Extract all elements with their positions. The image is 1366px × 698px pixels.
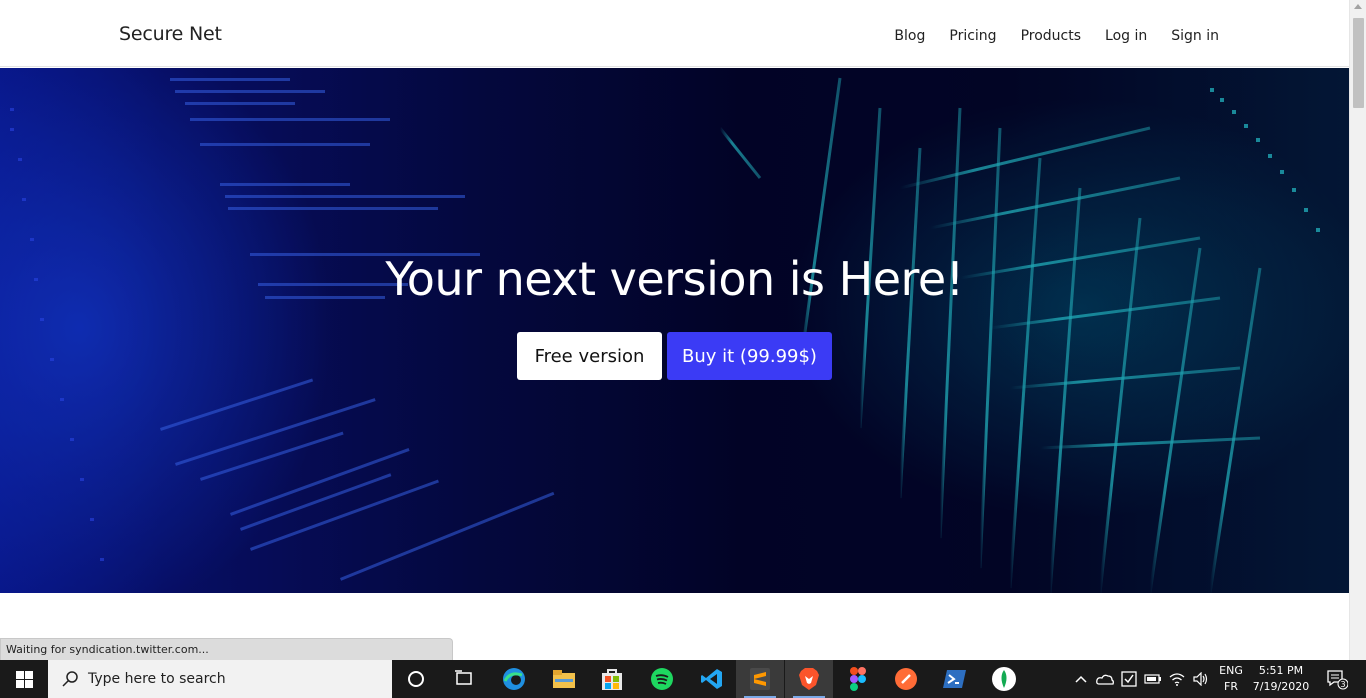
language-indicator[interactable]: ENG FR (1212, 663, 1250, 695)
store-icon[interactable] (588, 660, 636, 698)
search-placeholder: Type here to search (88, 671, 226, 687)
security-icon[interactable] (1118, 660, 1140, 698)
cortana-icon[interactable] (392, 660, 440, 698)
figma-icon[interactable] (834, 660, 882, 698)
hero-background-code-image (0, 68, 1349, 593)
language-bottom: FR (1224, 680, 1238, 693)
windows-logo-icon (15, 670, 33, 688)
scrollbar-thumb[interactable] (1353, 18, 1364, 108)
clock[interactable]: 5:51 PM 7/19/2020 (1250, 663, 1312, 695)
wifi-icon[interactable] (1166, 660, 1188, 698)
nav-link-products[interactable]: Products (1021, 28, 1081, 44)
powershell-icon[interactable] (931, 660, 979, 698)
nav-link-login[interactable]: Log in (1105, 28, 1147, 44)
hero-section: Your next version is Here! Free version … (0, 68, 1349, 593)
hero-buttons: Free version Buy it (99.99$) (517, 332, 832, 380)
free-version-button[interactable]: Free version (517, 332, 662, 380)
hero-title: Your next version is Here! (385, 252, 964, 306)
taskbar-search-box[interactable]: Type here to search (48, 660, 392, 698)
spotify-icon[interactable] (638, 660, 686, 698)
start-button[interactable] (0, 660, 48, 698)
notification-center-icon: 3 (1327, 670, 1348, 690)
postman-icon[interactable] (882, 660, 930, 698)
scroll-up-arrow-icon[interactable] (1354, 4, 1362, 9)
onedrive-icon[interactable] (1094, 660, 1116, 698)
page-scrollbar[interactable] (1349, 0, 1366, 660)
vscode-icon[interactable] (688, 660, 736, 698)
mongodb-icon[interactable] (980, 660, 1028, 698)
navbar: Secure Net Blog Pricing Products Log in … (0, 0, 1349, 67)
language-top: ENG (1219, 664, 1243, 677)
show-hidden-icons-chevron-icon[interactable] (1072, 660, 1090, 698)
windows-taskbar: Type here to search ENG FR 5:51 PM 7/19/… (0, 660, 1366, 698)
clock-time: 5:51 PM (1258, 664, 1304, 677)
browser-page: Secure Net Blog Pricing Products Log in … (0, 0, 1349, 660)
clock-date: 7/19/2020 (1252, 680, 1310, 693)
edge-icon[interactable] (490, 660, 538, 698)
notification-count: 3 (1340, 680, 1345, 689)
notifications-button[interactable]: 3 (1322, 660, 1352, 698)
nav-link-blog[interactable]: Blog (894, 28, 925, 44)
brand-logo[interactable]: Secure Net (119, 23, 222, 45)
nav-link-pricing[interactable]: Pricing (949, 28, 996, 44)
nav-link-signin[interactable]: Sign in (1171, 28, 1219, 44)
task-view-icon[interactable] (440, 660, 488, 698)
buy-button[interactable]: Buy it (99.99$) (667, 332, 832, 380)
file-explorer-icon[interactable] (540, 660, 588, 698)
search-icon (62, 671, 78, 687)
nav-links: Blog Pricing Products Log in Sign in (870, 28, 1219, 44)
volume-icon[interactable] (1190, 660, 1212, 698)
battery-icon[interactable] (1142, 660, 1164, 698)
brave-icon[interactable] (785, 660, 833, 698)
browser-status-bar: Waiting for syndication.twitter.com... (0, 638, 453, 660)
sublime-icon[interactable] (736, 660, 784, 698)
